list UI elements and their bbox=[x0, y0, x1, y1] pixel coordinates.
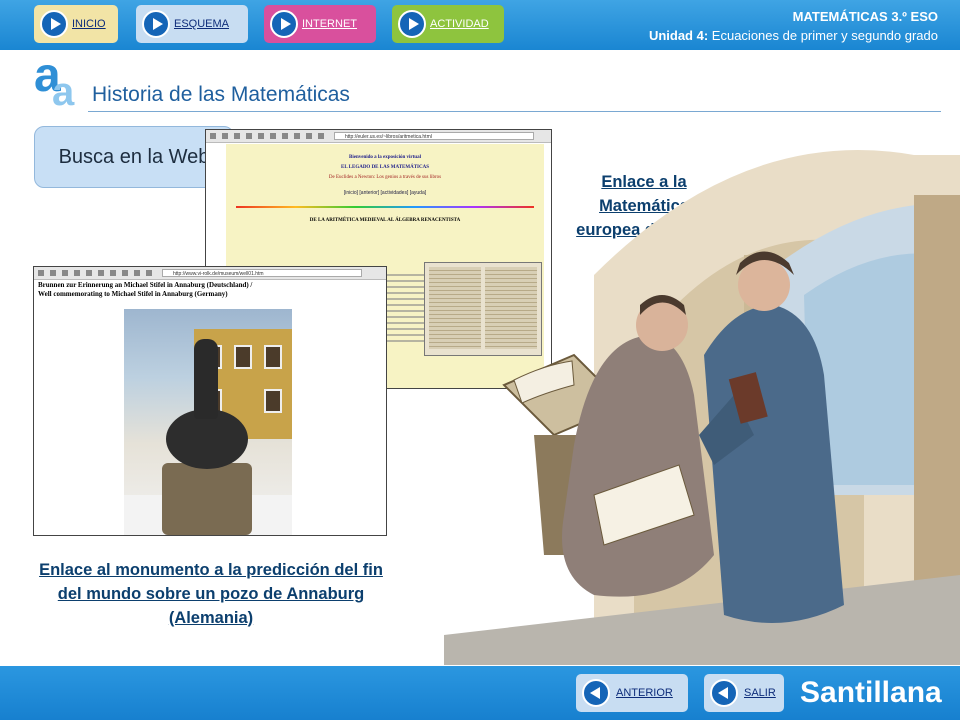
actividad-label: ACTIVIDAD bbox=[430, 18, 489, 30]
internet-label: INTERNET bbox=[302, 18, 357, 30]
toolbar-icons bbox=[38, 270, 158, 276]
inicio-label: INICIO bbox=[72, 18, 106, 30]
anterior-label: ANTERIOR bbox=[616, 687, 673, 699]
unit-line: Unidad 4: Ecuaciones de primer y segundo… bbox=[649, 26, 938, 45]
toolbar-icons bbox=[210, 133, 330, 139]
course-info: MATEMÁTICAS 3.º ESO Unidad 4: Ecuaciones… bbox=[649, 7, 938, 45]
address-bar: http://www.vi-rolk.de/museum/well01.htm bbox=[162, 269, 362, 277]
esquema-label: ESQUEMA bbox=[174, 18, 230, 30]
logo-letter-small: a bbox=[52, 70, 75, 114]
play-icon bbox=[398, 10, 426, 38]
monument-photo bbox=[124, 309, 292, 535]
play-icon bbox=[270, 10, 298, 38]
anterior-button[interactable]: ANTERIOR bbox=[576, 674, 688, 712]
play-icon bbox=[142, 10, 170, 38]
web-page: Brunnen zur Erinnerung an Michael Stifel… bbox=[36, 281, 384, 535]
caption-line-1: Brunnen zur Erinnerung an Michael Stifel… bbox=[38, 281, 253, 289]
stifel-statue bbox=[152, 339, 264, 535]
title-divider bbox=[88, 111, 941, 112]
page-title: Historia de las Matemáticas bbox=[92, 83, 350, 106]
annaburg-monument-link[interactable]: Enlace al monumento a la predicción del … bbox=[33, 558, 389, 630]
back-icon bbox=[710, 679, 738, 707]
caption-line-2: Well commemorating to Michael Stifel in … bbox=[38, 290, 228, 298]
salir-label: SALIR bbox=[744, 687, 776, 699]
unit-label: Unidad 4: bbox=[648, 28, 709, 43]
section-badge: Busca en la Web bbox=[34, 126, 234, 188]
browser-toolbar: http://www.vi-rolk.de/museum/well01.htm bbox=[34, 267, 386, 280]
inicio-button[interactable]: INICIO bbox=[34, 5, 118, 43]
santillana-logo: Santillana bbox=[800, 676, 942, 709]
subject-title: MATEMÁTICAS 3.º ESO bbox=[792, 9, 938, 24]
unit-title: Ecuaciones de primer y segundo grado bbox=[711, 28, 938, 43]
annaburg-website-screenshot[interactable]: http://www.vi-rolk.de/museum/well01.htm … bbox=[33, 266, 387, 536]
salir-button[interactable]: SALIR bbox=[704, 674, 784, 712]
monks-illustration bbox=[444, 150, 960, 665]
internet-button[interactable]: INTERNET bbox=[264, 5, 376, 43]
actividad-button[interactable]: ACTIVIDAD bbox=[392, 5, 504, 43]
back-icon bbox=[582, 679, 610, 707]
aa-logo: a a bbox=[34, 49, 82, 116]
play-icon bbox=[40, 10, 68, 38]
esquema-button[interactable]: ESQUEMA bbox=[136, 5, 248, 43]
